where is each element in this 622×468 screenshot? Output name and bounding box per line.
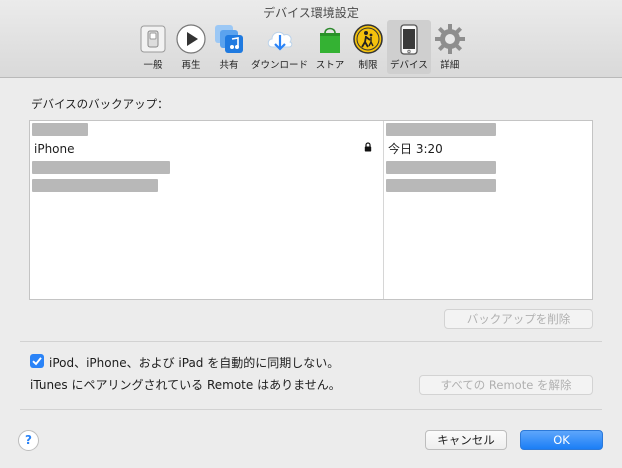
backup-row-name[interactable]: iPhone	[34, 140, 75, 158]
checkmark-icon	[32, 357, 42, 366]
ok-button[interactable]: OK	[520, 430, 603, 450]
remote-status-text: iTunes にペアリングされている Remote はありません。	[30, 378, 341, 392]
tab-store[interactable]: ストア	[311, 20, 349, 74]
tab-playback[interactable]: 再生	[172, 20, 210, 74]
tab-store-label: ストア	[315, 60, 345, 71]
tab-devices-label: デバイス	[390, 60, 428, 71]
divider	[20, 341, 602, 342]
help-button[interactable]: ?	[18, 430, 39, 451]
redacted-text	[32, 123, 88, 136]
redacted-text	[32, 179, 158, 192]
delete-backup-button[interactable]: バックアップを削除	[444, 309, 593, 329]
tab-playback-label: 再生	[181, 60, 201, 71]
tab-downloads[interactable]: ダウンロード	[248, 20, 311, 74]
redacted-text	[386, 179, 496, 192]
backup-table[interactable]: iPhone 今日 3:20	[29, 120, 593, 300]
general-switch-icon	[140, 25, 166, 53]
titlebar: デバイス環境設定 一般 再生 共有 ダウンロード ストア 制限 デバイス 詳細	[0, 0, 622, 78]
window-title: デバイス環境設定	[263, 6, 359, 20]
no-auto-sync-checkbox[interactable]	[30, 354, 44, 368]
column-divider	[383, 121, 384, 299]
tab-general[interactable]: 一般	[134, 20, 172, 74]
divider	[20, 409, 602, 410]
redacted-text	[32, 161, 170, 174]
tab-advanced-label: 詳細	[440, 60, 460, 71]
cancel-button[interactable]: キャンセル	[425, 430, 507, 450]
tab-restrictions[interactable]: 制限	[349, 20, 387, 74]
device-backups-label: デバイスのバックアップ：	[31, 97, 169, 111]
tab-restrictions-label: 制限	[358, 60, 378, 71]
tab-general-label: 一般	[143, 60, 163, 71]
tab-downloads-label: ダウンロード	[251, 60, 309, 71]
music-share-icon	[215, 25, 243, 53]
play-icon	[176, 24, 206, 54]
redacted-text	[386, 123, 496, 136]
tab-devices[interactable]: デバイス	[387, 20, 431, 74]
store-bag-icon	[320, 27, 341, 53]
device-preferences-window: デバイス環境設定 一般 再生 共有 ダウンロード ストア 制限 デバイス 詳細 …	[0, 0, 622, 468]
lock-icon	[364, 142, 372, 152]
iphone-icon	[400, 24, 418, 55]
toolbar: 一般 再生 共有 ダウンロード ストア 制限 デバイス 詳細	[134, 20, 469, 76]
gear-icon	[434, 24, 465, 54]
redacted-text	[386, 161, 496, 174]
restrictions-icon	[353, 24, 383, 54]
tab-sharing[interactable]: 共有	[210, 20, 248, 74]
backup-row-date: 今日 3:20	[388, 142, 443, 156]
no-auto-sync-label[interactable]: iPod、iPhone、および iPad を自動的に同期しない。	[49, 354, 339, 371]
tab-sharing-label: 共有	[219, 60, 239, 71]
download-cloud-icon	[267, 31, 292, 51]
reset-remotes-button[interactable]: すべての Remote を解除	[419, 375, 593, 395]
tab-advanced[interactable]: 詳細	[431, 20, 469, 74]
